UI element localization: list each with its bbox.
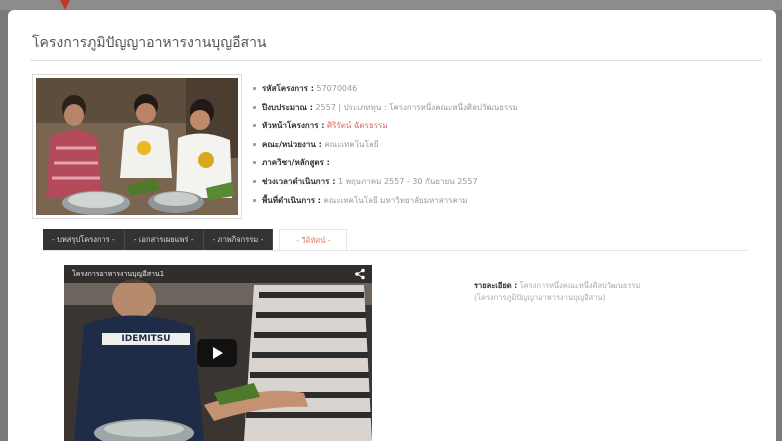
window-backdrop (0, 0, 782, 10)
project-panel: โครงการภูมิปัญญาอาหารงานบุญอีสาน รหัสโคร… (8, 10, 776, 441)
project-info-list: รหัสโครงการ : 57070046 ปีงบประมาณ : 2557… (253, 80, 518, 210)
shirt-label: IDEMITSU (102, 333, 190, 345)
video-detail: รายละเอียด : โครงการหนึ่งคณะหนึ่งศิลปวัฒ… (474, 280, 674, 304)
bullet-icon (253, 142, 256, 146)
tab-divider (43, 250, 748, 251)
title-divider (30, 60, 762, 61)
bullet-icon (253, 179, 256, 183)
project-head-link[interactable]: ศิริรัตน์ ฉัตรธรรม (327, 121, 388, 130)
page-title: โครงการภูมิปัญญาอาหารงานบุญอีสาน (32, 35, 267, 51)
pointer-marker-icon (60, 0, 70, 10)
bullet-icon (253, 198, 256, 202)
tab-publications[interactable]: - เอกสารเผยแพร่ - (124, 229, 204, 251)
content-tabs: - บทสรุปโครงการ - - เอกสารเผยแพร่ - - ภา… (43, 229, 348, 251)
bullet-icon (253, 87, 256, 90)
tab-activity-photos[interactable]: - ภาพกิจกรรม - (203, 229, 274, 251)
tab-videos[interactable]: - วีดิทัศน์ - (279, 229, 348, 251)
bullet-icon (253, 105, 256, 109)
info-item-period: ช่วงเวลาดำเนินการ : 1 พฤษภาคม 2557 - 30 … (253, 173, 518, 192)
info-item-department: ภาควิชา/หลักสูตร : (253, 154, 518, 173)
project-photo (33, 75, 241, 218)
info-item-project-code: รหัสโครงการ : 57070046 (253, 80, 518, 99)
detail-label: รายละเอียด : (474, 281, 518, 290)
info-item-area: พื้นที่ดำเนินการ : คณะเทคโนโลยี มหาวิทยา… (253, 192, 518, 211)
info-item-faculty: คณะ/หน่วยงาน : คณะเทคโนโลยี (253, 136, 518, 155)
bullet-icon (253, 124, 256, 128)
play-button[interactable] (197, 339, 237, 367)
bullet-icon (253, 161, 256, 165)
info-item-fiscal-year: ปีงบประมาณ : 2557 | ประเภททุน : โครงการห… (253, 99, 518, 118)
video-title[interactable]: โครงการอาหารงานบุญอีสาน1 (64, 265, 372, 283)
video-player[interactable]: IDEMITSU โครงการอาหารงานบุญอีสาน1 (64, 265, 372, 441)
info-item-project-head: หัวหน้าโครงการ : ศิริรัตน์ ฉัตรธรรม (253, 117, 518, 136)
share-icon[interactable] (354, 268, 366, 280)
project-photo-image (36, 78, 238, 215)
tab-summary[interactable]: - บทสรุปโครงการ - (43, 229, 125, 251)
